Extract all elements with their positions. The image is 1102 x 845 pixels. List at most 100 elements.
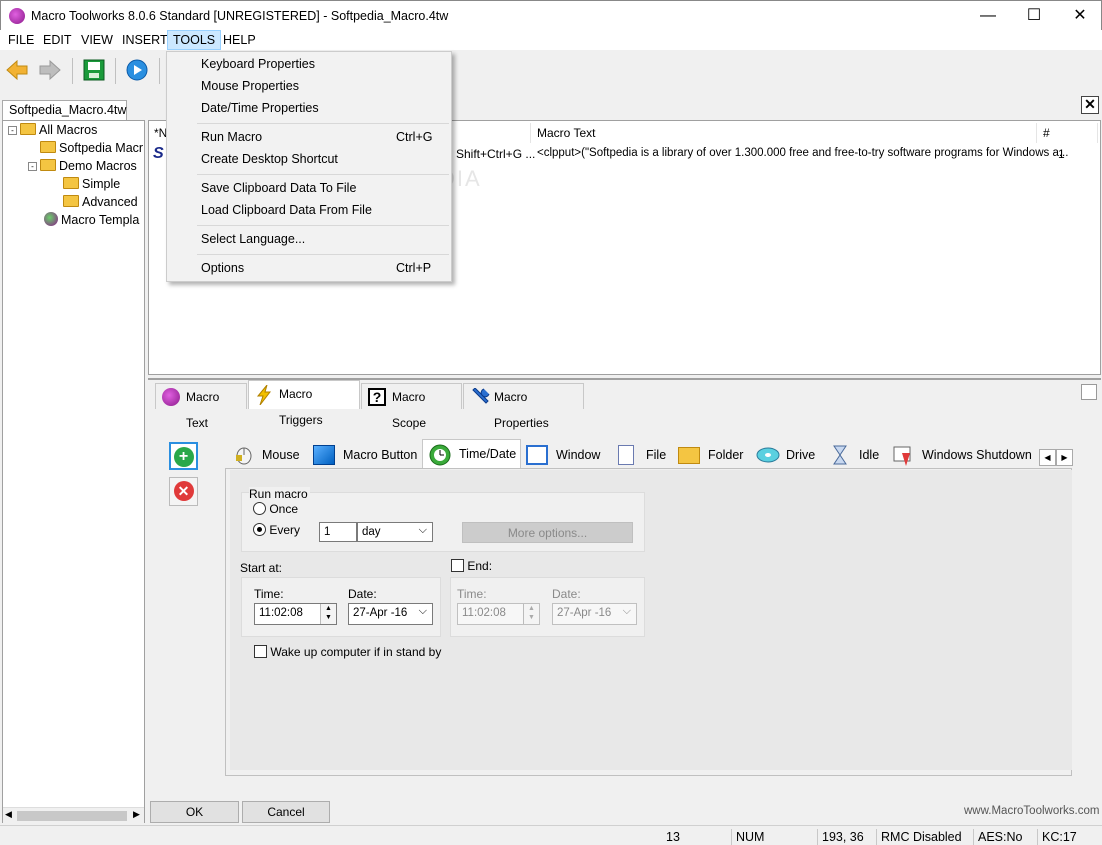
status-num: NUM	[731, 829, 816, 845]
remove-trigger-button[interactable]: ✕	[169, 477, 198, 506]
toolbar-separator	[159, 58, 160, 84]
start-time-label: Time:	[254, 587, 284, 601]
folder-icon	[63, 195, 79, 207]
menu-item-datetime-properties[interactable]: Date/Time Properties	[167, 97, 451, 119]
subtab-idle[interactable]: Idle	[823, 441, 885, 469]
wake-up-checkbox[interactable]: Wake up computer if in stand by	[254, 645, 441, 659]
tree-horizontal-scrollbar[interactable]: ◀ ▶	[3, 807, 144, 823]
macro-text: <clpput>("Softpedia is a library of over…	[537, 147, 1069, 159]
status-kc: KC:17	[1037, 829, 1099, 845]
tree-item-simple[interactable]: Simple	[63, 175, 120, 193]
folder-icon	[40, 141, 56, 153]
play-icon[interactable]	[125, 58, 149, 82]
back-arrow-icon[interactable]	[5, 58, 29, 82]
tab-macro-text[interactable]: Macro Text	[155, 383, 247, 430]
ok-button[interactable]: OK	[150, 801, 239, 823]
tab-scroll-right-button[interactable]: ▶	[1056, 449, 1073, 466]
wrench-icon	[470, 387, 490, 406]
shutdown-icon	[892, 445, 914, 466]
subtab-folder[interactable]: Folder	[672, 441, 749, 469]
menu-item-options[interactable]: Options Ctrl+P	[167, 257, 451, 279]
menu-file[interactable]: FILE	[3, 30, 39, 50]
menu-insert[interactable]: INSERT	[117, 30, 173, 50]
start-at-label: Start at:	[240, 561, 283, 575]
hourglass-icon	[829, 445, 851, 465]
start-date-label: Date:	[348, 587, 377, 601]
title-bar: Macro Toolworks 8.0.6 Standard [UNREGIST…	[0, 0, 1102, 30]
menu-separator	[197, 225, 449, 226]
end-date-picker: 27-Apr -16	[552, 602, 637, 625]
tab-scroll-left-button[interactable]: ◀	[1039, 449, 1056, 466]
macro-tree: - All Macros Softpedia Macr - Demo Macros …	[2, 120, 145, 823]
tab-macro-properties[interactable]: Macro Properties	[463, 383, 584, 430]
close-document-icon[interactable]: ✕	[1081, 96, 1099, 114]
every-count-input[interactable]: 1	[319, 522, 357, 542]
menu-separator	[197, 123, 449, 124]
website-link[interactable]: www.MacroToolworks.com	[964, 805, 1099, 817]
menu-item-save-clipboard[interactable]: Save Clipboard Data To File	[167, 177, 451, 199]
menu-item-mouse-properties[interactable]: Mouse Properties	[167, 75, 451, 97]
subtab-time-date[interactable]: Time/Date	[422, 439, 521, 469]
forward-arrow-icon[interactable]	[38, 58, 62, 82]
toolbar-separator	[72, 58, 73, 84]
status-count: 13	[666, 830, 680, 844]
tree-item-advanced[interactable]: Advanced	[63, 193, 138, 211]
folder-icon	[678, 447, 700, 464]
subtab-mouse[interactable]: Mouse	[226, 441, 306, 469]
every-radio[interactable]: Every	[253, 523, 300, 537]
subtab-drive[interactable]: Drive	[750, 441, 821, 469]
tools-menu: Keyboard Properties Mouse Properties Dat…	[166, 51, 452, 282]
menu-view[interactable]: VIEW	[76, 30, 118, 50]
status-position: 193, 36	[817, 829, 875, 845]
subtab-windows-shutdown[interactable]: Windows Shutdown	[886, 441, 1038, 469]
run-macro-label: Run macro	[249, 487, 310, 501]
restore-pane-icon[interactable]	[1081, 384, 1097, 400]
tree-item-softpedia[interactable]: Softpedia Macr	[40, 139, 143, 157]
add-trigger-button[interactable]: +	[169, 442, 198, 470]
unit-select[interactable]: day	[357, 521, 433, 542]
menu-bar: FILE EDIT VIEW INSERT TOOLS HELP	[0, 30, 1102, 50]
lightning-icon	[255, 384, 273, 406]
column-header-macro-text[interactable]: Macro Text	[532, 123, 1037, 143]
minimize-button[interactable]: —	[965, 1, 1011, 31]
maximize-button[interactable]: ☐	[1011, 1, 1057, 31]
folder-icon	[40, 159, 56, 171]
window-title: Macro Toolworks 8.0.6 Standard [UNREGIST…	[31, 9, 449, 23]
start-date-picker[interactable]: 27-Apr -16	[348, 602, 433, 625]
menu-item-load-clipboard[interactable]: Load Clipboard Data From File	[167, 199, 451, 221]
start-time-input[interactable]: 11:02:08 ▲ ▼	[254, 603, 337, 625]
tab-macro-triggers[interactable]: Macro Triggers	[248, 380, 360, 427]
subtab-file[interactable]: File	[610, 441, 672, 469]
save-icon[interactable]	[82, 58, 106, 82]
more-options-button[interactable]: More options...	[462, 522, 633, 543]
tab-macro-scope[interactable]: ? Macro Scope	[361, 383, 462, 430]
menu-help[interactable]: HELP	[218, 30, 261, 50]
tree-item-demo-macros[interactable]: - Demo Macros	[28, 157, 137, 175]
end-time-label: Time:	[457, 587, 487, 601]
file-icon	[618, 445, 634, 465]
subtab-macro-button[interactable]: Macro Button	[307, 441, 423, 469]
window-icon	[526, 445, 548, 465]
menu-item-keyboard-properties[interactable]: Keyboard Properties	[167, 53, 451, 75]
folder-icon	[20, 123, 36, 135]
document-tab[interactable]: Softpedia_Macro.4tw	[2, 100, 127, 120]
menu-item-run-macro[interactable]: Run Macro Ctrl+G	[167, 126, 451, 148]
cancel-button[interactable]: Cancel	[242, 801, 330, 823]
column-header-count[interactable]: #	[1038, 123, 1098, 143]
subtab-window[interactable]: Window	[520, 441, 606, 469]
close-window-button[interactable]: ✕	[1057, 1, 1102, 31]
macro-text-icon	[162, 388, 180, 406]
menu-edit[interactable]: EDIT	[38, 30, 76, 50]
macro-count: 1	[1058, 147, 1065, 161]
tree-item-all-macros[interactable]: - All Macros	[8, 121, 97, 139]
menu-item-create-desktop-shortcut[interactable]: Create Desktop Shortcut	[167, 148, 451, 170]
once-radio[interactable]: Once	[253, 502, 298, 516]
status-rmc: RMC Disabled	[876, 829, 972, 845]
end-checkbox[interactable]: End:	[451, 559, 492, 573]
folder-icon	[63, 177, 79, 189]
tree-item-macro-templates[interactable]: Macro Templa	[44, 211, 139, 229]
menu-tools[interactable]: TOOLS	[167, 30, 222, 50]
toolbar-separator	[115, 58, 116, 84]
menu-item-select-language[interactable]: Select Language...	[167, 228, 451, 250]
menu-separator	[197, 174, 449, 175]
